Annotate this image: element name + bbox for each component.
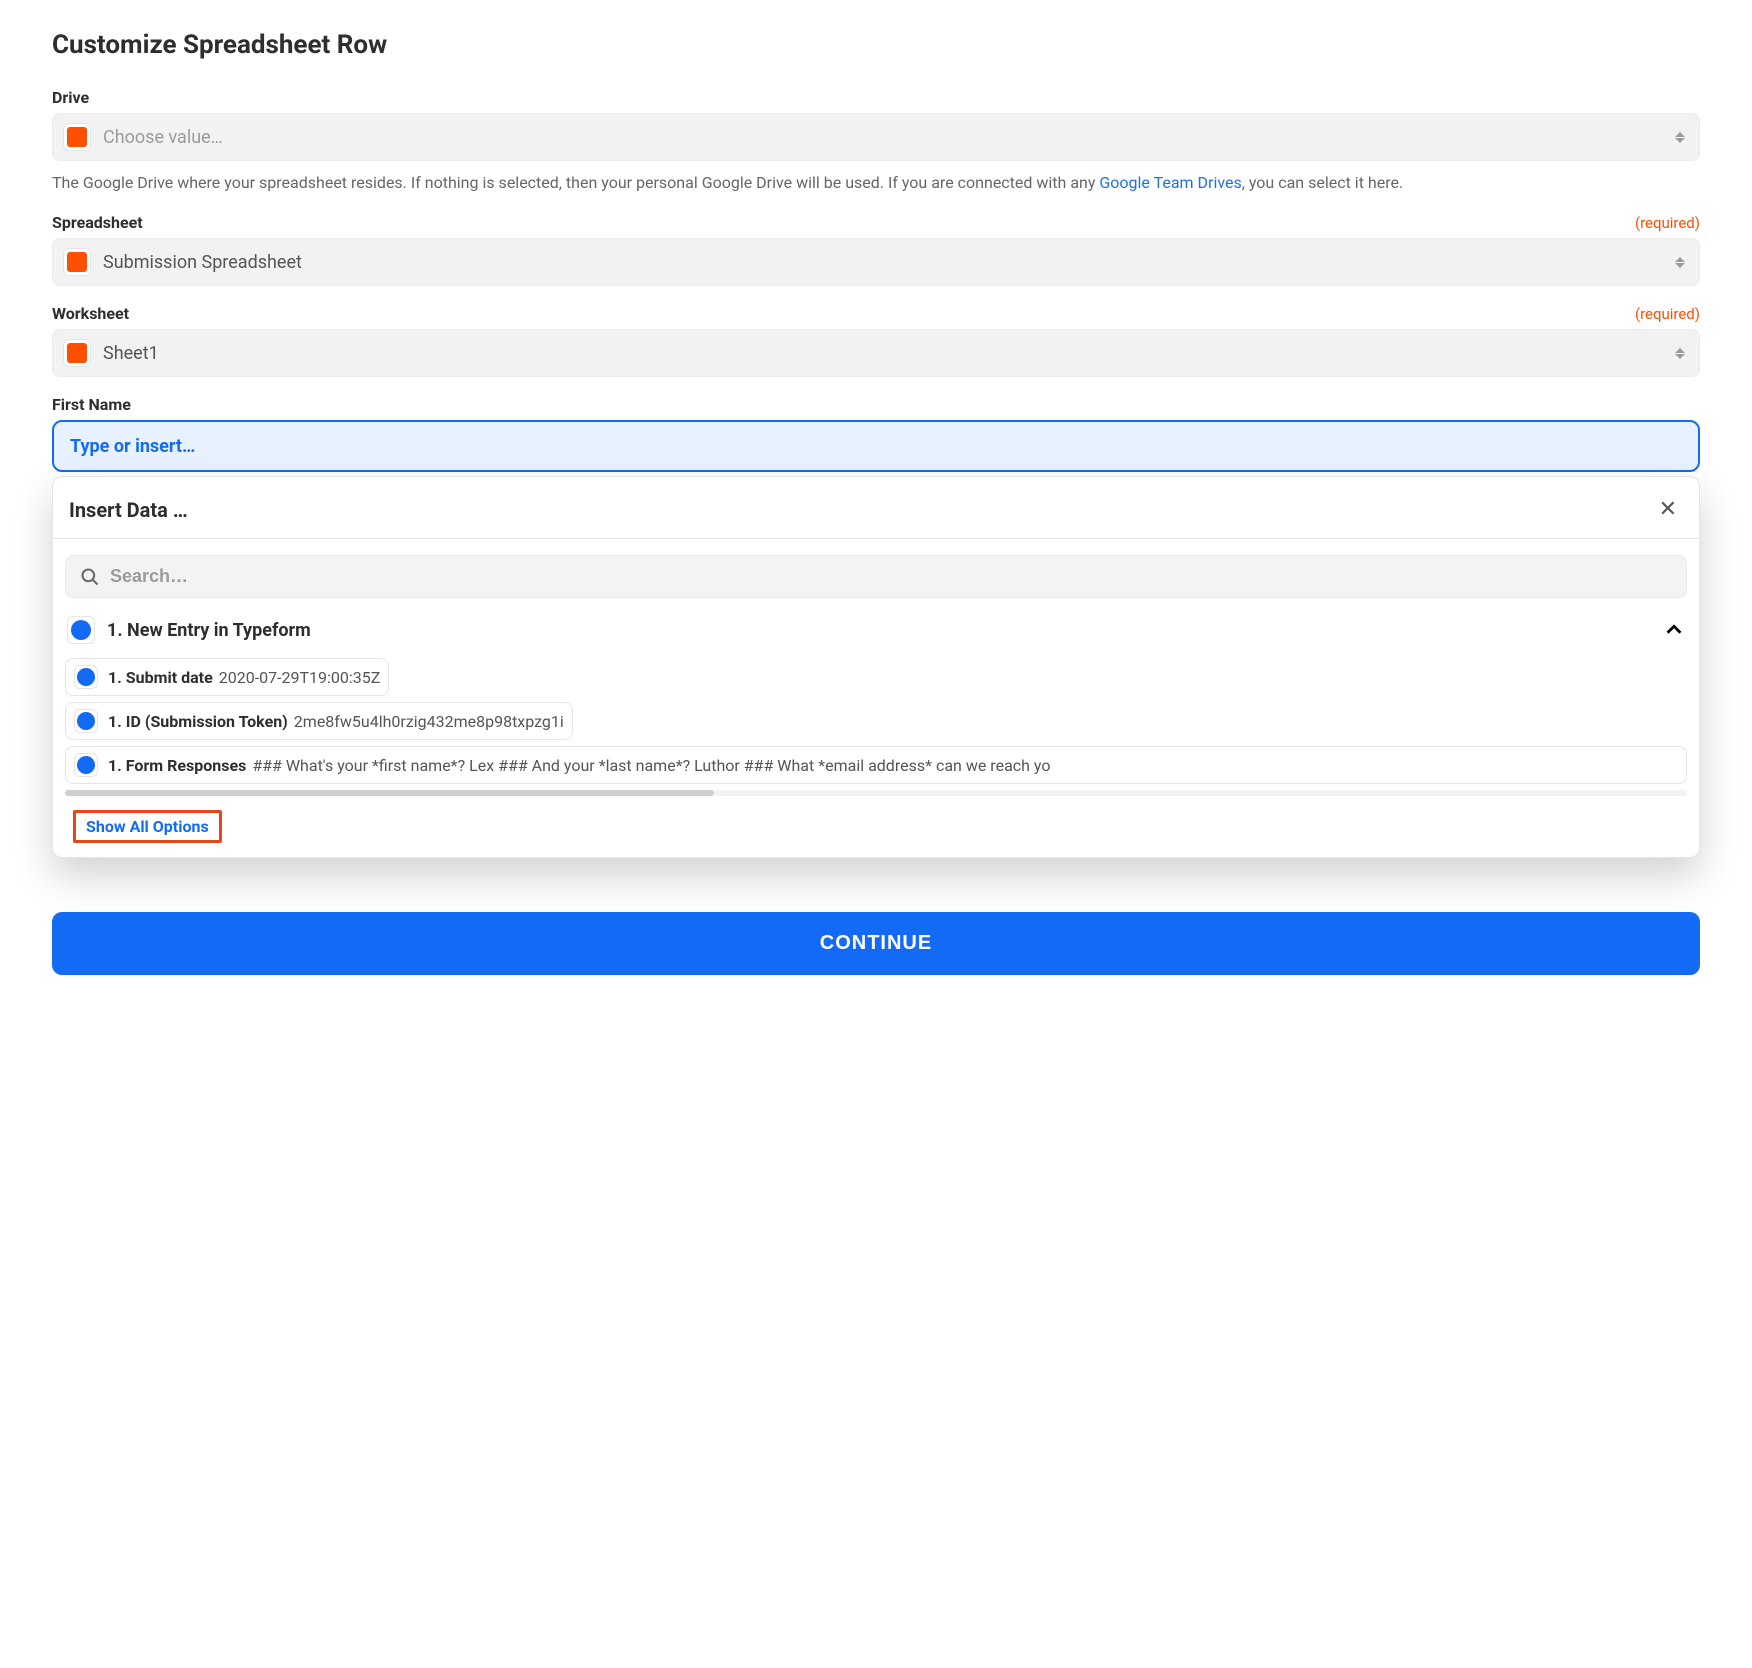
sort-caret-icon <box>1675 132 1685 143</box>
worksheet-select[interactable]: Sheet1 <box>52 329 1700 377</box>
option-label: 1. Submit date <box>108 668 213 687</box>
typeform-icon <box>74 665 98 689</box>
close-icon[interactable]: ✕ <box>1653 495 1683 524</box>
option-label: 1. ID (Submission Token) <box>108 712 288 731</box>
team-drives-link[interactable]: Google Team Drives <box>1099 173 1241 192</box>
spreadsheet-field: Spreadsheet (required) Submission Spread… <box>52 213 1700 286</box>
search-icon <box>80 567 100 587</box>
typeform-icon <box>74 709 98 733</box>
drive-placeholder: Choose value… <box>103 127 1675 148</box>
dropdown-title: Insert Data … <box>69 498 188 522</box>
continue-button[interactable]: CONTINUE <box>52 912 1700 975</box>
typeform-icon <box>67 616 95 644</box>
typeform-icon <box>74 753 98 777</box>
worksheet-field: Worksheet (required) Sheet1 <box>52 304 1700 377</box>
search-input[interactable] <box>110 566 1672 587</box>
required-badge: (required) <box>1635 214 1700 232</box>
app-icon <box>63 248 91 276</box>
option-label: 1. Form Responses <box>108 756 246 775</box>
sort-caret-icon <box>1675 257 1685 268</box>
sort-caret-icon <box>1675 348 1685 359</box>
worksheet-value: Sheet1 <box>103 343 1675 364</box>
show-all-options-button[interactable]: Show All Options <box>73 810 222 843</box>
horizontal-scrollbar[interactable] <box>65 790 1687 796</box>
drive-field: Drive Choose value… The Google Drive whe… <box>52 88 1700 195</box>
data-option[interactable]: 1. Submit date 2020-07-29T19:00:35Z <box>65 658 389 696</box>
option-value: ### What's your *first name*? Lex ### An… <box>252 756 1050 775</box>
data-group-header[interactable]: 1. New Entry in Typeform <box>53 608 1699 652</box>
first-name-placeholder: Type or insert… <box>70 436 195 457</box>
chevron-up-icon <box>1663 619 1685 641</box>
drive-help-text: The Google Drive where your spreadsheet … <box>52 171 1700 195</box>
option-value: 2020-07-29T19:00:35Z <box>219 668 381 687</box>
data-option[interactable]: 1. ID (Submission Token) 2me8fw5u4lh0rzi… <box>65 702 573 740</box>
spreadsheet-select[interactable]: Submission Spreadsheet <box>52 238 1700 286</box>
worksheet-label: Worksheet <box>52 304 129 323</box>
app-icon <box>63 123 91 151</box>
page-title: Customize Spreadsheet Row <box>52 30 1700 60</box>
drive-select[interactable]: Choose value… <box>52 113 1700 161</box>
app-icon <box>63 339 91 367</box>
drive-label: Drive <box>52 88 89 107</box>
first-name-field: First Name Type or insert… Insert Data …… <box>52 395 1700 858</box>
first-name-input[interactable]: Type or insert… <box>52 420 1700 472</box>
first-name-label: First Name <box>52 395 131 414</box>
data-option[interactable]: 1. Form Responses ### What's your *first… <box>65 746 1687 784</box>
search-box[interactable] <box>65 555 1687 598</box>
insert-data-dropdown: Insert Data … ✕ 1. New Entry in Typeform… <box>52 476 1700 858</box>
spreadsheet-value: Submission Spreadsheet <box>103 252 1675 273</box>
data-group-title: 1. New Entry in Typeform <box>107 620 1663 641</box>
required-badge: (required) <box>1635 305 1700 323</box>
option-value: 2me8fw5u4lh0rzig432me8p98txpzg1i <box>294 712 564 731</box>
spreadsheet-label: Spreadsheet <box>52 213 143 232</box>
